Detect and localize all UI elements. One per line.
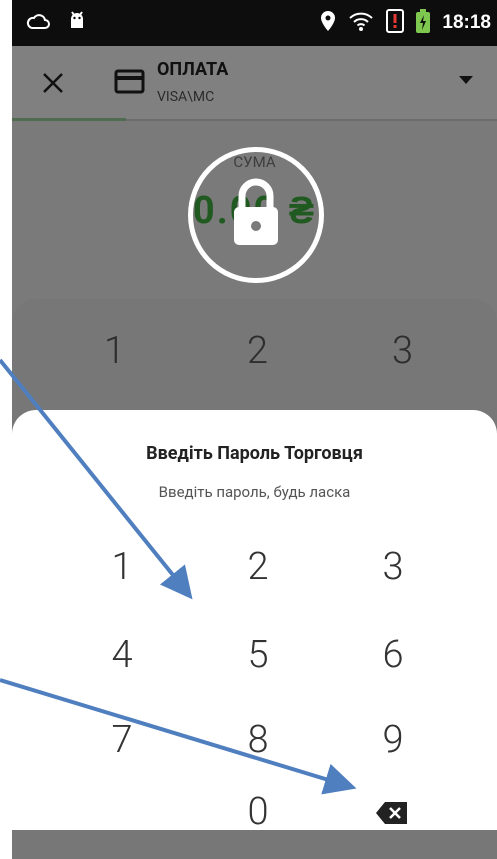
clock: 18:18 — [442, 12, 491, 33]
cloud-icon — [26, 12, 50, 34]
key-8[interactable]: 8 — [218, 718, 298, 762]
android-icon — [68, 10, 86, 36]
key-0[interactable]: 0 — [218, 790, 298, 834]
key-9[interactable]: 9 — [353, 718, 433, 762]
app-bar: ОПЛАТА VISA\MC — [12, 46, 497, 121]
key-5[interactable]: 5 — [218, 633, 298, 677]
lock-overlay — [188, 147, 324, 283]
merchant-password-dialog: Введіть Пароль Торговця Введіть пароль, … — [12, 410, 497, 834]
left-margin — [0, 0, 12, 829]
close-icon[interactable] — [40, 70, 66, 96]
lock-icon — [234, 178, 278, 245]
key-6[interactable]: 6 — [353, 633, 433, 677]
wifi-icon — [348, 10, 374, 36]
battery-charging-icon — [416, 9, 431, 37]
location-icon — [320, 10, 336, 36]
dialog-title: Введіть Пароль Торговця — [146, 443, 363, 464]
page-title: ОПЛАТА — [157, 59, 229, 80]
sim-alert-icon — [386, 9, 405, 37]
credit-card-icon — [114, 68, 146, 96]
bg-key-3: 3 — [392, 329, 414, 373]
bg-key-1: 1 — [104, 329, 126, 373]
backspace-icon[interactable] — [375, 800, 409, 826]
status-bar: 18:18 — [12, 0, 497, 46]
chevron-down-icon[interactable] — [459, 76, 473, 84]
payment-method: VISA\MC — [157, 89, 215, 105]
key-4[interactable]: 4 — [82, 633, 162, 677]
key-3[interactable]: 3 — [353, 545, 433, 589]
key-1[interactable]: 1 — [82, 545, 162, 589]
bg-key-2: 2 — [247, 329, 269, 373]
key-2[interactable]: 2 — [218, 545, 298, 589]
key-7[interactable]: 7 — [82, 718, 162, 762]
dialog-subtitle: Введіть пароль, будь ласка — [158, 483, 351, 501]
